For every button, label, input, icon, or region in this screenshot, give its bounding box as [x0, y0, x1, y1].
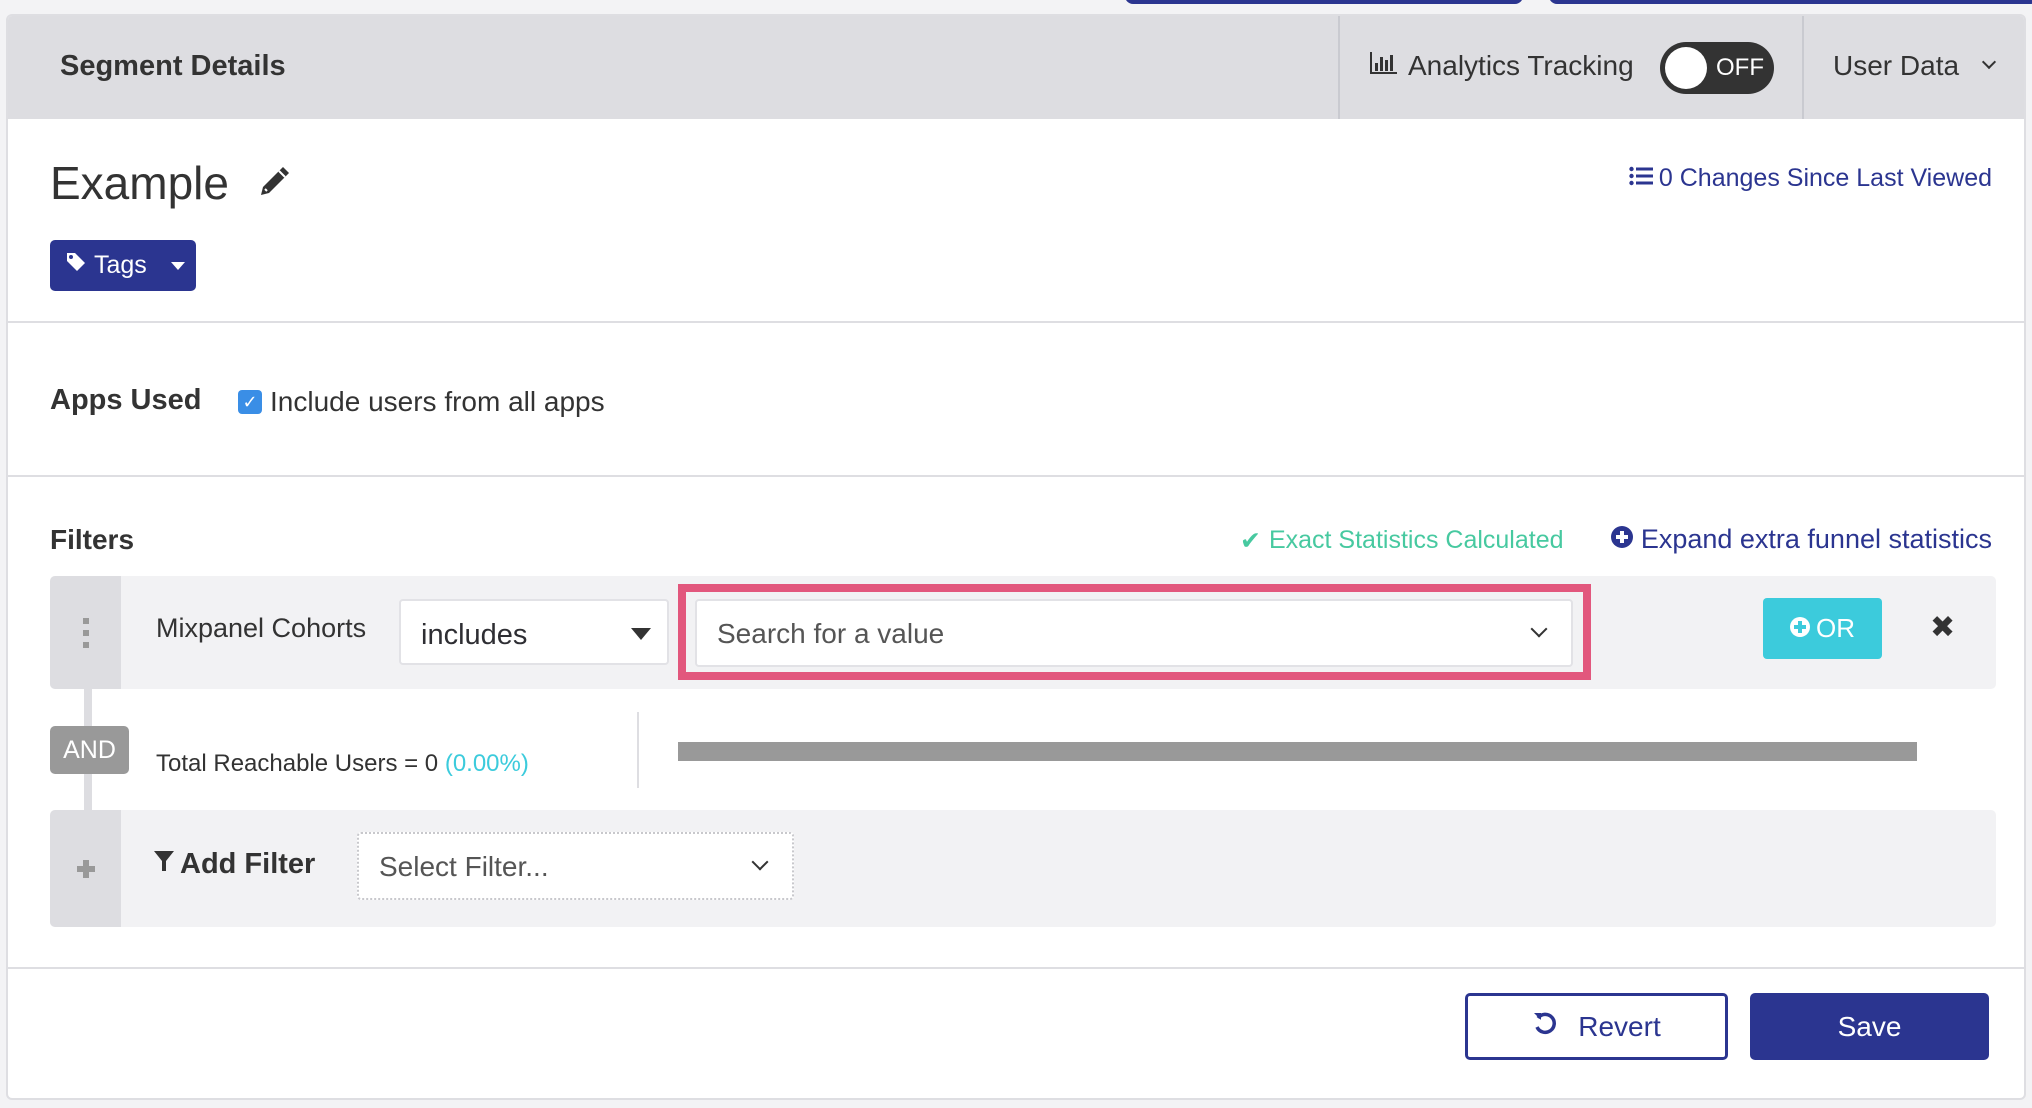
- undo-icon: [1532, 1010, 1558, 1043]
- operator-value: includes: [421, 619, 528, 651]
- chevron-down-icon: [751, 853, 769, 871]
- select-filter-dropdown[interactable]: Select Filter...: [357, 832, 794, 900]
- top-button-right[interactable]: [1549, 0, 2032, 4]
- analytics-label: Analytics Tracking: [1408, 50, 1634, 81]
- checkbox-checked[interactable]: ✓: [238, 390, 262, 414]
- value-search-placeholder: Search for a value: [717, 618, 945, 649]
- list-icon: [1629, 164, 1653, 193]
- header-divider: [1338, 16, 1340, 119]
- plus-circle-icon: [1790, 613, 1810, 644]
- save-button[interactable]: Save: [1750, 993, 1989, 1060]
- tag-icon: [66, 251, 86, 280]
- expand-funnel-stats-text: Expand extra funnel statistics: [1640, 524, 1992, 554]
- and-badge: AND: [50, 726, 129, 774]
- toggle-knob: [1665, 47, 1707, 89]
- total-reachable-pct: (0.00%): [444, 750, 529, 777]
- reach-bar-fill: [678, 742, 1917, 761]
- filter-field-label: Mixpanel Cohorts: [156, 613, 367, 643]
- user-data-dropdown[interactable]: User Data: [1833, 50, 1997, 82]
- user-data-label: User Data: [1833, 50, 1960, 81]
- top-button-left[interactable]: [1125, 0, 1523, 4]
- stats-divider: [637, 712, 639, 788]
- revert-label: Revert: [1578, 1010, 1661, 1042]
- caret-down-icon: [631, 628, 651, 640]
- divider: [8, 321, 2024, 323]
- tags-label: Tags: [94, 251, 147, 279]
- changes-text: 0 Changes Since Last Viewed: [1658, 164, 1992, 192]
- apps-used-label: Apps Used: [50, 384, 202, 416]
- toggle-state: OFF: [1716, 54, 1764, 81]
- bar-chart-icon: [1370, 50, 1398, 82]
- total-reachable-text: Total Reachable Users = 0: [156, 750, 439, 777]
- header-title: Segment Details: [60, 50, 286, 82]
- card-header: Segment Details Analytics Tracking OFF U…: [8, 16, 2024, 119]
- or-label: OR: [1816, 613, 1855, 643]
- expand-funnel-stats-link[interactable]: Expand extra funnel statistics: [1610, 524, 1992, 555]
- chevron-down-icon: [1530, 620, 1548, 638]
- operator-select[interactable]: includes: [399, 599, 669, 665]
- value-search-input[interactable]: Search for a value: [695, 599, 1573, 667]
- caret-down-icon: [170, 261, 185, 270]
- add-filter-text: Add Filter: [180, 848, 316, 880]
- exact-statistics-text: Exact Statistics Calculated: [1268, 526, 1564, 554]
- filters-label: Filters: [50, 524, 135, 555]
- divider: [8, 967, 2024, 969]
- segment-name: Example: [50, 157, 229, 209]
- remove-filter-icon[interactable]: ✖: [1930, 610, 1955, 645]
- tags-button[interactable]: Tags: [50, 240, 196, 291]
- chevron-down-icon: [1981, 54, 1997, 73]
- plus-circle-icon: [1610, 524, 1633, 555]
- add-filter-label: Add Filter: [154, 848, 315, 881]
- filter-funnel-icon: [154, 848, 174, 881]
- check-icon: ✔: [1240, 527, 1261, 555]
- pencil-icon[interactable]: [257, 156, 293, 210]
- header-divider-2: [1802, 16, 1804, 119]
- include-all-apps[interactable]: ✓ Include users from all apps: [238, 386, 605, 418]
- segment-title: Example: [50, 156, 293, 210]
- add-filter-row: Add Filter Select Filter...: [50, 810, 1996, 927]
- plus-icon[interactable]: [50, 810, 121, 927]
- select-filter-placeholder: Select Filter...: [379, 851, 549, 882]
- include-all-apps-label: Include users from all apps: [270, 386, 605, 417]
- divider: [8, 475, 2024, 477]
- filter-row: Mixpanel Cohorts includes Search for a v…: [50, 576, 1996, 689]
- exact-statistics-status: ✔ Exact Statistics Calculated: [1240, 526, 1564, 556]
- analytics-toggle[interactable]: OFF: [1660, 42, 1774, 94]
- add-or-button[interactable]: OR: [1763, 598, 1882, 659]
- changes-link[interactable]: 0 Changes Since Last Viewed: [1629, 164, 1992, 193]
- analytics-tracking: Analytics Tracking: [1370, 50, 1634, 82]
- revert-button[interactable]: Revert: [1465, 993, 1728, 1060]
- segment-details-card: Segment Details Analytics Tracking OFF U…: [6, 14, 2026, 1100]
- drag-handle-icon[interactable]: [50, 576, 121, 689]
- reach-bar: [678, 742, 1917, 761]
- total-reachable-users: Total Reachable Users = 0 (0.00%): [156, 750, 529, 778]
